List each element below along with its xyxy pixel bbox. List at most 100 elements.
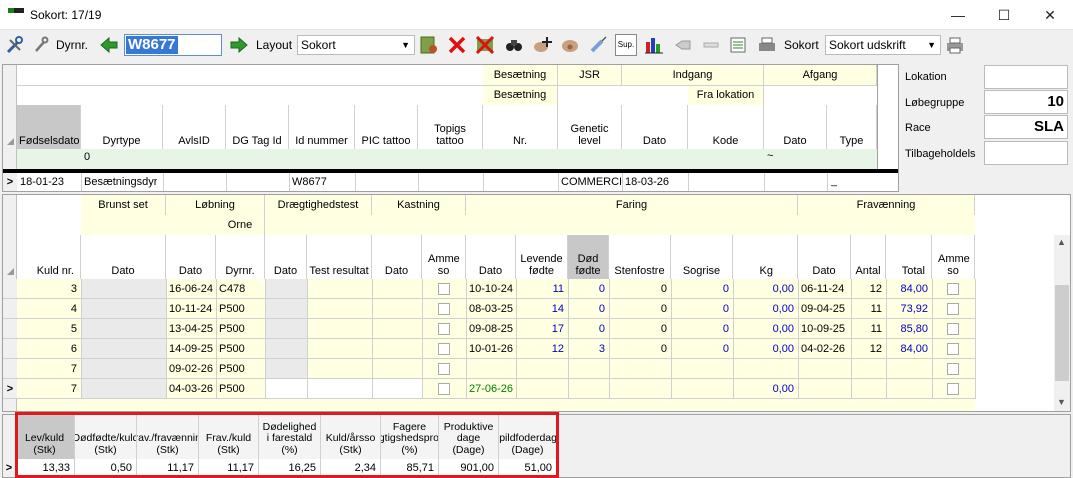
- cell-lob-dato[interactable]: 13-04-25: [169, 319, 217, 339]
- animal-number-input[interactable]: W8677: [124, 34, 222, 56]
- col-antal[interactable]: Antal: [851, 235, 886, 279]
- cell-lob-dato[interactable]: 04-03-26: [169, 379, 217, 399]
- cell-frav-dato[interactable]: 10-09-25: [801, 319, 851, 339]
- cell-lob-dato[interactable]: 09-02-26: [169, 359, 217, 379]
- cell-frav-dato[interactable]: 06-11-24: [801, 279, 851, 299]
- cell-kuld-nr[interactable]: 3: [17, 279, 81, 299]
- cell-dyrnr[interactable]: C478: [219, 279, 265, 299]
- cell-lob-dato[interactable]: 10-11-24: [169, 299, 217, 319]
- draeg-dato-cell[interactable]: [265, 279, 307, 299]
- brunst-cell[interactable]: [81, 299, 166, 319]
- cell-dod-fodte[interactable]: [568, 359, 609, 379]
- cell-sogrise[interactable]: [671, 379, 733, 399]
- col-sogrise[interactable]: Sogrise: [671, 235, 733, 279]
- cell-frav-dato[interactable]: [801, 359, 851, 379]
- col-dyrnr[interactable]: Dyrnr.: [216, 235, 265, 279]
- cell-frav-dato[interactable]: [801, 379, 851, 399]
- table-row[interactable]: >7 04-03-26 P500 27-06-26 0,00: [3, 379, 976, 399]
- amme-so-checkbox[interactable]: [947, 363, 959, 375]
- binoculars-icon[interactable]: [503, 34, 525, 56]
- amme-so-checkbox[interactable]: [438, 343, 450, 355]
- cell-levende-fodte[interactable]: 11: [516, 279, 568, 299]
- cell-frav-dato[interactable]: 09-04-25: [801, 299, 851, 319]
- filter-row[interactable]: [17, 149, 877, 169]
- filter-afgang-dato[interactable]: ~: [767, 150, 773, 162]
- cell-kuld-nr[interactable]: 7: [17, 359, 81, 379]
- cell-dyrnr[interactable]: P500: [219, 299, 265, 319]
- cell-stenfostre[interactable]: 0: [609, 299, 671, 319]
- cell-antal[interactable]: [851, 359, 886, 379]
- col-frav-dato[interactable]: Dato: [798, 235, 851, 279]
- cell-dyrnr[interactable]: P500: [219, 359, 265, 379]
- table-row[interactable]: 6 14-09-25 P500 10-01-26 12 3 0 0 0,00 04-02-26 12…: [3, 339, 976, 359]
- cell-kg[interactable]: 0,00: [733, 279, 798, 299]
- cell-lob-dato[interactable]: 14-09-25: [169, 339, 217, 359]
- col-id-nummer[interactable]: Id nummer: [289, 105, 355, 149]
- cell-antal[interactable]: 11: [851, 299, 886, 319]
- draeg-dato-cell[interactable]: [265, 359, 307, 379]
- table-row[interactable]: 5 13-04-25 P500 09-08-25 17 0 0 0 0,00 10-09-25 11…: [3, 319, 976, 339]
- cell-sogrise[interactable]: [671, 359, 733, 379]
- empty-cell[interactable]: [307, 379, 372, 399]
- amme-so-checkbox[interactable]: [438, 323, 450, 335]
- cell-kuld-nr[interactable]: 5: [17, 319, 81, 339]
- amme-so-checkbox[interactable]: [438, 363, 450, 375]
- col-dod-fodte[interactable]: Død fødte: [568, 235, 609, 279]
- col-avlsid[interactable]: AvlsID: [163, 105, 226, 149]
- cell-kg[interactable]: 0,00: [733, 339, 798, 359]
- cell-levende-fodte[interactable]: 14: [516, 299, 568, 319]
- wrench-icon[interactable]: [30, 34, 52, 56]
- col-pic-tattoo[interactable]: PIC tattoo: [355, 105, 418, 149]
- race-field[interactable]: SLA: [984, 115, 1068, 139]
- new-record-icon[interactable]: [418, 34, 440, 56]
- cell-dyrnr[interactable]: P500: [219, 339, 265, 359]
- draeg-dato-cell[interactable]: [265, 319, 307, 339]
- col-afgang-type[interactable]: Type: [827, 105, 877, 149]
- printer-icon[interactable]: [944, 34, 966, 56]
- amme-so-checkbox[interactable]: [438, 303, 450, 315]
- cell-sogrise[interactable]: 0: [671, 279, 733, 299]
- export-icon[interactable]: [728, 34, 750, 56]
- col-dg-tag-id[interactable]: DG Tag Id: [226, 105, 289, 149]
- chart-icon[interactable]: [643, 34, 665, 56]
- cell-sogrise[interactable]: 0: [671, 319, 733, 339]
- col-total[interactable]: Total: [886, 235, 932, 279]
- col-levende-fodte[interactable]: Levende fødte: [516, 235, 568, 279]
- draeg-dato-cell[interactable]: [265, 299, 307, 319]
- cell-dyrnr[interactable]: P500: [219, 319, 265, 339]
- brunst-cell[interactable]: [81, 279, 166, 299]
- cell-kg[interactable]: 0,00: [733, 379, 798, 399]
- cell-far-dato[interactable]: [469, 359, 517, 379]
- cell-total[interactable]: [886, 379, 932, 399]
- cell-stenfostre[interactable]: [609, 359, 671, 379]
- cell-id-nummer[interactable]: W8677: [292, 176, 327, 188]
- cell-total[interactable]: 84,00: [886, 279, 932, 299]
- cell-dod-fodte[interactable]: 0: [568, 299, 609, 319]
- col-lob-dato[interactable]: Dato: [166, 235, 216, 279]
- pig-icon[interactable]: [559, 34, 581, 56]
- cell-kuld-nr[interactable]: 4: [17, 299, 81, 319]
- delete-litter-icon[interactable]: [474, 34, 496, 56]
- bar-icon[interactable]: [700, 34, 722, 56]
- col-indgang-kode[interactable]: Kode: [688, 105, 764, 149]
- close-button[interactable]: ✕: [1027, 0, 1073, 30]
- cell-levende-fodte[interactable]: [516, 359, 568, 379]
- next-arrow-icon[interactable]: [228, 34, 250, 56]
- cell-stenfostre[interactable]: 0: [609, 319, 671, 339]
- col-frav-amme-so[interactable]: Amme so: [932, 235, 975, 279]
- cell-total[interactable]: 85,80: [886, 319, 932, 339]
- sokort-select[interactable]: Sokort udskrift ▼: [825, 35, 941, 55]
- print-icon[interactable]: [756, 34, 778, 56]
- cell-antal[interactable]: 11: [851, 319, 886, 339]
- delete-icon[interactable]: [446, 34, 468, 56]
- cell-total[interactable]: 73,92: [886, 299, 932, 319]
- col-genetic-level[interactable]: Genetic level: [558, 105, 622, 149]
- cell-dod-fodte[interactable]: 0: [568, 319, 609, 339]
- cell-far-dato[interactable]: 10-10-24: [469, 279, 517, 299]
- tilbageholds-field[interactable]: [984, 141, 1068, 165]
- cell-levende-fodte[interactable]: [516, 379, 568, 399]
- cell-dod-fodte[interactable]: 0: [568, 279, 609, 299]
- amme-so-checkbox[interactable]: [438, 283, 450, 295]
- cell-kg[interactable]: [733, 359, 798, 379]
- cell-stenfostre[interactable]: [609, 379, 671, 399]
